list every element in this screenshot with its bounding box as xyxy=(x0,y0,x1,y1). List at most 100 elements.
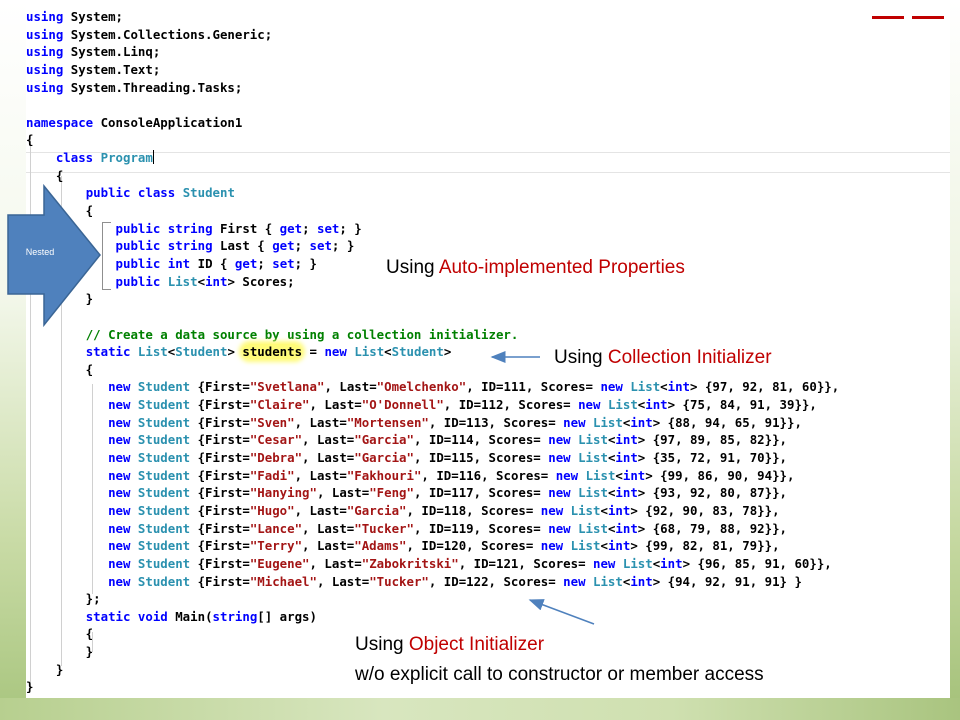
type-token: Student xyxy=(137,573,191,589)
code-line: } xyxy=(26,290,839,308)
keyword-token: get xyxy=(234,255,258,271)
code-line: new Student {First="Hanying", Last="Feng… xyxy=(26,484,839,502)
keyword-token: new xyxy=(108,414,131,430)
string-token: "Garcia" xyxy=(346,502,407,518)
keyword-token: public xyxy=(115,255,161,271)
keyword-token: int xyxy=(622,467,646,483)
code-token: < xyxy=(660,379,668,395)
keyword-token: new xyxy=(108,485,131,501)
keyword-token: new xyxy=(563,414,586,430)
window-button-right[interactable] xyxy=(912,16,944,19)
keyword-token: set xyxy=(272,255,295,271)
keyword-token: new xyxy=(108,467,131,483)
code-token: }; xyxy=(26,591,101,607)
type-token: Student xyxy=(137,555,191,571)
keyword-token: int xyxy=(660,555,683,571)
keyword-token: int xyxy=(667,379,691,395)
code-token: {First= xyxy=(190,538,250,554)
slide-background-left xyxy=(0,0,26,720)
code-line: using System.Text; xyxy=(26,61,839,79)
type-token: List xyxy=(570,538,601,554)
keyword-token: set xyxy=(309,238,332,254)
keyword-token: int xyxy=(205,273,228,289)
code-line: public string First { get; set; } xyxy=(26,220,839,238)
code-token: , ID=113, Scores= xyxy=(428,414,564,430)
annotation-highlight: Object Initializer xyxy=(408,634,545,655)
code-token: Main( xyxy=(167,608,213,624)
code-line: using System; xyxy=(26,8,839,26)
code-token: ; xyxy=(257,255,273,271)
string-token: "Feng" xyxy=(369,485,414,501)
string-token: "Claire" xyxy=(249,397,310,413)
type-token: Student xyxy=(137,467,191,483)
annotation-prefix: Using xyxy=(386,257,439,278)
code-token: { xyxy=(26,203,94,219)
keyword-token: class xyxy=(55,150,94,166)
code-token: } xyxy=(26,644,94,660)
window-button-left[interactable] xyxy=(872,16,904,19)
code-token: , Last= xyxy=(316,573,370,589)
keyword-token: int xyxy=(630,414,653,430)
string-token: "Terry" xyxy=(249,538,303,554)
type-token: Student xyxy=(137,379,191,395)
type-token: List xyxy=(578,432,608,448)
code-token: , Last= xyxy=(316,485,370,501)
code-token: , ID=114, Scores= xyxy=(413,432,549,448)
keyword-token: static xyxy=(85,608,131,624)
keyword-token: int xyxy=(615,485,638,501)
code-token: > {35, 72, 91, 70}}, xyxy=(637,450,787,466)
comment-token: // Create a data source by using a colle… xyxy=(85,326,519,342)
keyword-token: using xyxy=(26,26,64,42)
code-token: , Last= xyxy=(302,520,355,536)
properties-bracket xyxy=(102,222,111,290)
type-token: Student xyxy=(182,185,235,201)
type-token: List xyxy=(167,273,198,289)
code-token: } xyxy=(26,679,34,695)
code-token: {First= xyxy=(190,414,250,430)
code-line: { xyxy=(26,131,839,149)
code-token: { xyxy=(26,361,94,377)
code-token: < xyxy=(197,273,206,289)
text-caret xyxy=(152,150,154,165)
code-token: , ID=117, Scores= xyxy=(413,485,549,501)
type-token: List xyxy=(578,485,608,501)
keyword-token: new xyxy=(324,344,347,360)
string-token: "Cesar" xyxy=(249,432,303,448)
annotation-line1: Using Object Initializer xyxy=(355,630,764,660)
code-token: > {97, 89, 85, 82}}, xyxy=(637,432,787,448)
code-token: {First= xyxy=(190,450,250,466)
code-token: , Last= xyxy=(302,432,355,448)
keyword-token: int xyxy=(615,450,638,466)
string-token: "Mortensen" xyxy=(346,414,429,430)
keyword-token: int xyxy=(615,520,638,536)
code-token: { xyxy=(26,167,64,183)
code-token: {First= xyxy=(190,379,250,395)
code-line: namespace ConsoleApplication1 xyxy=(26,114,839,132)
code-line: using System.Collections.Generic; xyxy=(26,26,839,44)
type-token: List xyxy=(622,555,653,571)
code-token: ; } xyxy=(331,238,355,254)
code-token: > xyxy=(443,344,452,360)
code-token: , Last= xyxy=(294,502,347,518)
